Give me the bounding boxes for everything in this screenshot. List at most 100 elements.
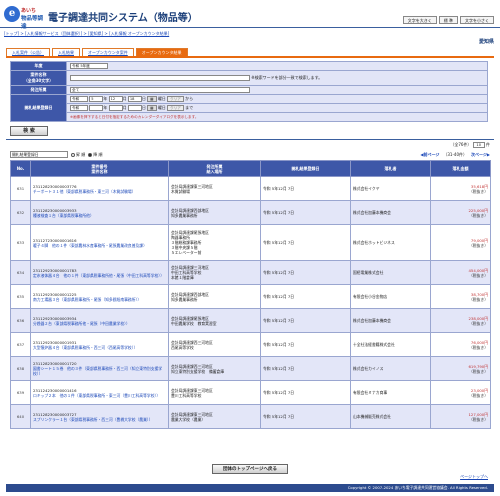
table-row: 634 231129230000001783 定氷液体器４台 他の１件（東部県税事務… xyxy=(10,260,491,285)
row-price: 454,000円 （税抜き） xyxy=(430,260,491,285)
row-case: 231124230000001416 ロキップ２本 他の１件（東部県税事務所・東三… xyxy=(30,380,169,405)
year-select[interactable]: 令和 5年度 xyxy=(70,63,108,69)
delivery-place: 知立東特別支援学校 備蓄倉庫 xyxy=(171,368,225,374)
delivery-place: 農業大学校（農業） xyxy=(171,416,206,422)
case-name-link[interactable]: 大型懐炉器４台（東部県税事務所・西三河（西尾高等学校）） xyxy=(33,345,137,350)
to-era-select[interactable]: 令和 xyxy=(70,105,88,111)
pagination: ◀前ページ （31-40件） 次ページ▶ xyxy=(420,152,490,158)
sort-key-select[interactable]: 開札結果登録日 xyxy=(10,151,68,158)
per-page-unit: 件 xyxy=(486,142,490,147)
row-price: 38,700円 （税抜き） xyxy=(430,284,491,309)
prev-page-link[interactable]: ◀前ページ xyxy=(420,152,439,158)
tax-note: （税抜き） xyxy=(469,272,488,278)
case-name-link[interactable]: 南力工場器３台（東部県税事務所・尾張（知多郡旭南事務所）） xyxy=(33,297,141,302)
site-logo[interactable]: e あいち 物品等調達 xyxy=(4,6,46,30)
row-org: 会計局調達課東三河地区 農業大学校（農業） xyxy=(168,404,261,429)
prev-page-label: 前ページ xyxy=(423,152,440,157)
col-winner: 落札者 xyxy=(350,160,431,177)
area-name: 愛知県 xyxy=(478,39,494,45)
result-date: 令和 5年12月 7日 xyxy=(260,308,351,333)
col-no: No. xyxy=(10,160,31,177)
case-name-link[interactable]: 図書シート１５巻 他の３件（東部県税事務所・西三河（知立東特別支援学校）） xyxy=(33,366,162,376)
case-name-link[interactable]: 暖子４脚 他の１件（東部農林水産事務所・尾張農業改良普及課） xyxy=(33,243,147,248)
row-no: 640 xyxy=(10,404,31,429)
tab-open-counter-cases[interactable]: オープンカウンタ案件 xyxy=(82,48,134,56)
col-date: 開札結果登録日 xyxy=(260,160,351,177)
row-no: 631 xyxy=(10,176,31,201)
table-row: 632 231128230000003933 種液検査１台（東部県税事務所他） 会計局… xyxy=(10,200,491,225)
row-case: 231128230000003776 チーポート３１他（東部県税事務所・東三河（木… xyxy=(30,176,169,201)
page-top-link[interactable]: ページトップへ xyxy=(460,474,488,480)
tab-bid-cases[interactable]: 入札案件（公告） xyxy=(6,48,50,56)
to-clear-button[interactable]: クリア xyxy=(167,105,184,111)
case-name-link[interactable]: スプリンクラー１台（東部県税事務所・西三河（豊橋大学校（農業）） xyxy=(33,417,153,422)
name-label-sub: （全角30文字） xyxy=(23,78,54,83)
row-org: 会計局調達課東三河地区 豊川工科高等学校 xyxy=(168,380,261,405)
result-date: 令和 5年12月 7日 xyxy=(260,284,351,309)
winner-name: 有限会社小谷金物店 xyxy=(350,284,431,309)
font-standard-button[interactable]: 標 準 xyxy=(438,16,458,24)
row-case: 231129230000003934 分娩器２台（東部県税事務所他・尾張（中田農業… xyxy=(30,308,169,333)
breadcrumb[interactable]: [トップ] > [入札情報サービス（団体選択）] > [愛知県] > [入札情報… xyxy=(4,31,169,37)
delivery-place: 陶器事務所 ３階総務課事務所 ３階中央課５階 ５エレベーター前 xyxy=(171,235,202,255)
winner-name: 国栢電業株式会社 xyxy=(350,260,431,285)
col-org: 発注所属 納入場所 xyxy=(168,160,261,177)
system-title: 電子調達共同システム（物品等） xyxy=(48,13,198,24)
case-name-link[interactable]: ロキップ２本 他の１件（東部県税事務所・東三河（豊川工科高等学校）） xyxy=(33,393,160,398)
next-page-link[interactable]: 次ページ▶ xyxy=(471,152,490,158)
table-row: 631 231128230000003776 チーポート３１他（東部県税事務所・東三… xyxy=(10,176,491,201)
header: e あいち 物品等調達 電子調達共同システム（物品等） 文字を大きく 標 準 文… xyxy=(0,0,500,30)
result-date: 令和 5年12月 7日 xyxy=(260,200,351,225)
tab-bar: 入札案件（公告） 入札結果 オープンカウンタ案件 オープンカウンタ結果 xyxy=(6,48,188,56)
per-page-select[interactable]: 10 xyxy=(472,142,485,148)
font-large-button[interactable]: 文字を大きく xyxy=(402,16,437,24)
tab-bid-results[interactable]: 入札結果 xyxy=(52,48,80,56)
col-place: 納入場所 xyxy=(206,168,223,174)
sort-desc-radio[interactable]: 降 順 xyxy=(88,152,103,158)
to-month-input[interactable] xyxy=(108,105,123,111)
tab-open-counter-results[interactable]: オープンカウンタ結果 xyxy=(135,48,188,56)
case-name-link[interactable]: 種液検査１台（東部県税事務所他） xyxy=(33,213,94,218)
case-name-link[interactable]: 分娩器２台（東部県税事務所他・尾張（中田農業学校）） xyxy=(33,321,130,326)
divider xyxy=(6,139,494,140)
row-price: 238,000円 （税抜き） xyxy=(430,308,491,333)
font-small-button[interactable]: 文字を小さく xyxy=(460,16,494,24)
winner-name: 株式会社イクヤ xyxy=(350,176,431,201)
row-org: 会計局調達課西三河地区 知立東特別支援学校 備蓄倉庫 xyxy=(168,356,261,381)
result-date: 令和 5年12月 7日 xyxy=(260,332,351,357)
tax-note: （税抜き） xyxy=(469,242,488,248)
radio-circle xyxy=(71,152,75,157)
org-label: 発注所属 xyxy=(10,85,67,95)
case-name-input[interactable] xyxy=(70,75,250,81)
radio-circle-selected xyxy=(88,152,93,157)
from-month-input[interactable]: 12 xyxy=(108,96,123,102)
table-row: 638 231128230000001720 図書シート１５巻 他の３件（東部県税事… xyxy=(10,356,491,381)
to-year-input[interactable] xyxy=(89,105,104,111)
from-calendar-icon[interactable]: ▦ xyxy=(147,96,157,102)
delivery-place: 木質試験場 xyxy=(171,188,190,194)
row-org: 会計局調達課西部地区 知多農業事務所 xyxy=(168,284,261,309)
table-body: 631 231128230000003776 チーポート３１他（東部県税事務所・東三… xyxy=(10,176,491,429)
from-year-input[interactable]: 5 xyxy=(89,96,104,102)
row-case: 231129230000001225 南力工場器３台（東部県税事務所・尾張（知多郡… xyxy=(30,284,169,309)
case-name-link[interactable]: 定氷液体器４台 他の１件（東部県税事務所他・尾張（中田工科高等学校）） xyxy=(33,273,164,278)
row-price: 225,000円 （税抜き） xyxy=(430,200,491,225)
from-era-select[interactable]: 令和 xyxy=(70,96,88,102)
row-case: 231129230000001783 定氷液体器４台 他の１件（東部県税事務所他・… xyxy=(30,260,169,285)
from-clear-button[interactable]: クリア xyxy=(167,96,184,102)
back-to-top-page-button[interactable]: 団体のトップページへ戻る xyxy=(212,464,288,474)
to-suffix: まで xyxy=(185,105,194,110)
result-date: 令和 5年12月 7日 xyxy=(260,356,351,381)
row-price: 619,790円 （税抜き） xyxy=(430,356,491,381)
delivery-place: 中田農業学校 教育実習室 xyxy=(171,320,217,326)
case-name-link[interactable]: チーポート３１他（東部県税事務所・東三河（木質試験場） xyxy=(33,189,136,194)
to-day-input[interactable] xyxy=(127,105,142,111)
winner-name: 十全社法経書籍株式会社 xyxy=(350,332,431,357)
table-row: 636 231129230000003934 分娩器２台（東部県税事務所他・尾張（中… xyxy=(10,308,491,333)
from-day-input[interactable]: 18 xyxy=(127,96,142,102)
sort-asc-radio[interactable]: 昇 順 xyxy=(71,152,85,158)
to-calendar-icon[interactable]: ▦ xyxy=(147,105,157,111)
org-select[interactable]: 全て xyxy=(70,87,250,93)
winner-name: 有限会社ミナカ商事 xyxy=(350,380,431,405)
search-button[interactable]: 検 索 xyxy=(10,126,48,136)
